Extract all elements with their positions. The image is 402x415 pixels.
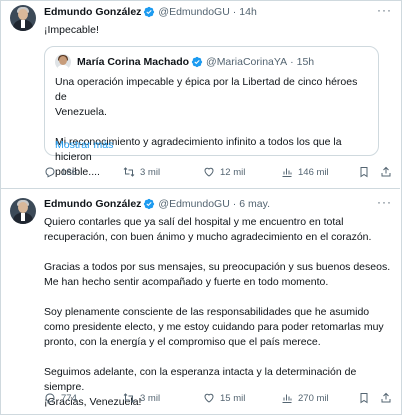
- tweet-timestamp[interactable]: 6 may.: [239, 198, 270, 210]
- retweet-count: 3 mil: [140, 166, 161, 178]
- like-count: 12 mil: [220, 166, 246, 178]
- author-name[interactable]: Edmundo González: [44, 6, 141, 18]
- tweet-text: Quiero contarles que ya salí del hospita…: [44, 216, 391, 408]
- author-handle[interactable]: @EdmundoGU: [158, 6, 229, 18]
- views-count: 146 mil: [298, 166, 329, 178]
- show-more-link[interactable]: Mostrar más: [55, 139, 113, 151]
- views-button[interactable]: 146 mil: [281, 166, 329, 178]
- views-button[interactable]: 270 mil: [281, 392, 329, 404]
- reply-icon: [45, 167, 55, 178]
- retweet-icon: [123, 393, 135, 403]
- tweet-actions: 166 3 mil 12 mil 146 mil: [44, 165, 392, 179]
- views-icon: [282, 168, 292, 177]
- author-name[interactable]: Edmundo González: [44, 198, 141, 210]
- like-count: 15 mil: [220, 392, 246, 404]
- share-icon: [381, 166, 391, 177]
- retweet-count: 3 mil: [140, 392, 161, 404]
- more-options-icon[interactable]: ···: [377, 195, 392, 209]
- verified-badge-icon: [144, 198, 155, 210]
- quoted-tweet-header: María Corina Machado @MariaCorinaYA · 15…: [77, 56, 314, 68]
- tweet-timestamp[interactable]: 14h: [239, 6, 257, 18]
- like-button[interactable]: 12 mil: [203, 166, 245, 178]
- retweet-icon: [123, 167, 135, 177]
- reply-button[interactable]: 166: [44, 166, 77, 178]
- bookmark-icon: [360, 393, 368, 404]
- author-handle[interactable]: @EdmundoGU: [158, 198, 229, 210]
- tweet-header: Edmundo González @EdmundoGU · 14h ···: [44, 3, 392, 19]
- bookmark-icon: [360, 167, 368, 178]
- bookmark-button[interactable]: [358, 392, 375, 404]
- views-icon: [282, 394, 292, 403]
- share-icon: [381, 392, 391, 403]
- avatar[interactable]: [10, 5, 36, 31]
- like-icon: [204, 393, 214, 403]
- tweet[interactable]: Edmundo González @EdmundoGU · 6 may. ···…: [0, 188, 400, 414]
- tweet-actions: 774 3 mil 15 mil 270 mil: [44, 391, 392, 405]
- tweet-header: Edmundo González @EdmundoGU · 6 may. ···: [44, 195, 392, 211]
- reply-count: 774: [61, 392, 77, 404]
- views-count: 270 mil: [298, 392, 329, 404]
- like-icon: [204, 167, 214, 177]
- tweet-text: ¡Impecable!: [44, 24, 99, 36]
- avatar[interactable]: [55, 54, 71, 70]
- reply-button[interactable]: 774: [44, 392, 77, 404]
- bookmark-button[interactable]: [358, 166, 375, 178]
- reply-icon: [45, 393, 55, 404]
- tweet[interactable]: Edmundo González @EdmundoGU · 14h ··· ¡I…: [0, 0, 400, 188]
- verified-badge-icon: [144, 6, 155, 18]
- reply-count: 166: [61, 166, 77, 178]
- share-button[interactable]: [380, 166, 397, 178]
- quoted-tweet[interactable]: María Corina Machado @MariaCorinaYA · 15…: [44, 46, 379, 178]
- share-button[interactable]: [380, 392, 397, 404]
- separator-dot: ·: [232, 198, 237, 210]
- retweet-button[interactable]: 3 mil: [123, 392, 160, 404]
- quoted-tweet-timestamp[interactable]: 15h: [297, 56, 315, 68]
- quoted-author-handle[interactable]: @MariaCorinaYA: [206, 56, 287, 68]
- separator-dot: ·: [290, 56, 294, 68]
- like-button[interactable]: 15 mil: [203, 392, 245, 404]
- quoted-author-name[interactable]: María Corina Machado: [77, 56, 189, 68]
- retweet-button[interactable]: 3 mil: [123, 166, 160, 178]
- verified-badge-icon: [191, 56, 203, 68]
- avatar[interactable]: [10, 198, 36, 224]
- more-options-icon[interactable]: ···: [377, 3, 392, 17]
- separator-dot: ·: [232, 6, 237, 18]
